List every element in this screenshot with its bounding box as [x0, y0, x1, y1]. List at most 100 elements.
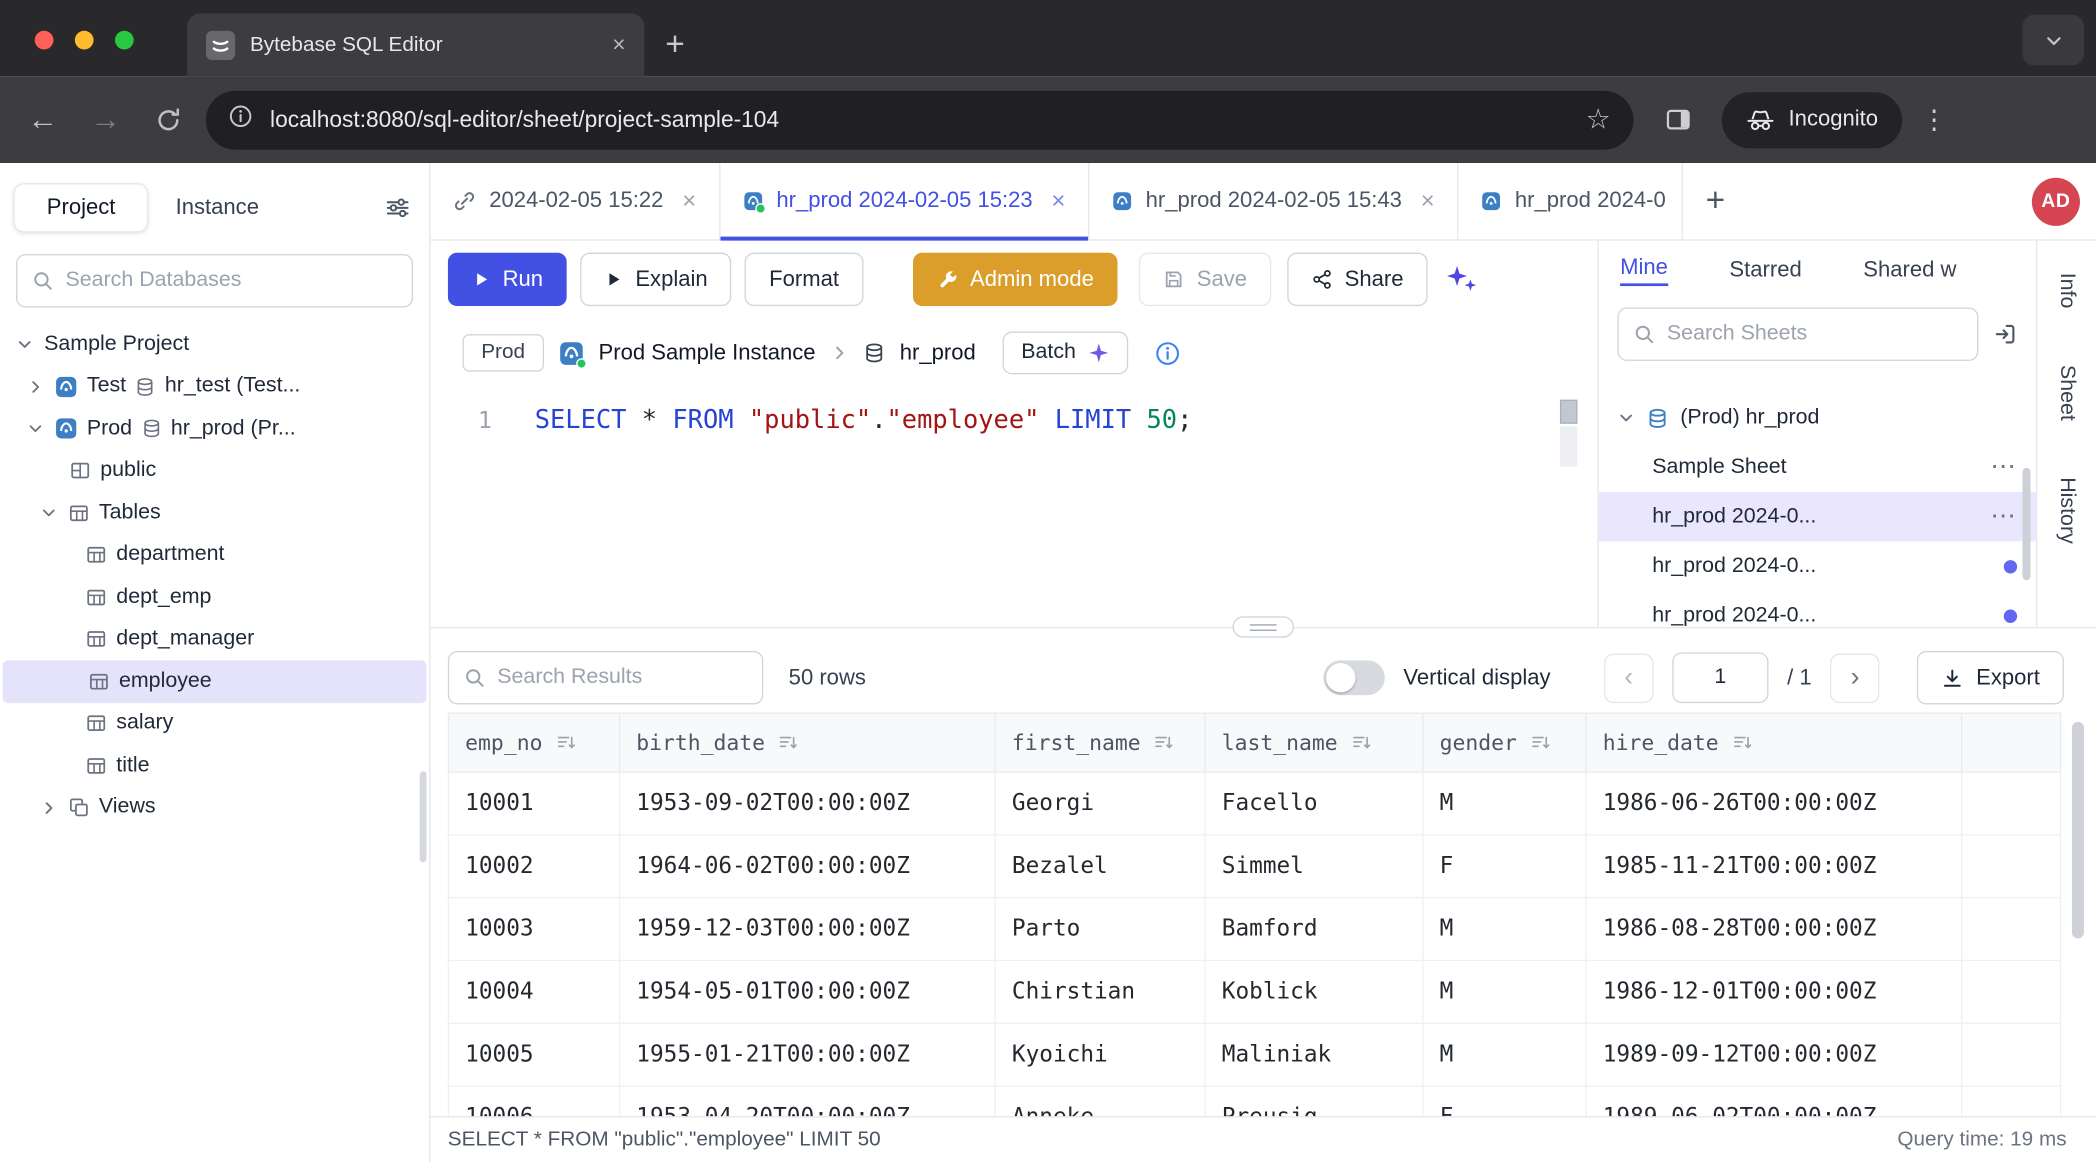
sort-icon[interactable]	[1154, 733, 1174, 753]
worksheet-tab-3[interactable]: hr_prod 2024-02-05 15:43 ×	[1090, 163, 1459, 239]
tree-item-public-schema[interactable]: public	[0, 450, 429, 492]
sheets-tab-mine[interactable]: Mine	[1620, 255, 1668, 286]
browser-menu-icon[interactable]: ⋮	[1914, 103, 1954, 136]
site-info-icon[interactable]	[229, 104, 253, 135]
editor-column: Run Explain Format Admin mode	[430, 241, 1597, 627]
results-search-input[interactable]	[497, 666, 747, 690]
sheets-search[interactable]	[1617, 307, 1978, 360]
environment-badge[interactable]: Prod	[463, 334, 544, 371]
column-header-emp-no[interactable]: emp_no	[448, 713, 619, 772]
tree-item-salary[interactable]: salary	[0, 702, 429, 744]
tree-item-employee[interactable]: employee	[3, 660, 427, 702]
tree-item-test-instance[interactable]: Test hr_test (Test...	[0, 366, 429, 408]
column-header-birth-date[interactable]: birth_date	[620, 713, 996, 772]
browser-tab[interactable]: Bytebase SQL Editor ×	[187, 13, 644, 76]
tree-label: public	[100, 459, 156, 483]
address-bar[interactable]: localhost:8080/sql-editor/sheet/project-…	[206, 90, 1634, 149]
worksheet-tab-1[interactable]: 2024-02-05 15:22 ×	[430, 163, 720, 239]
side-panel-icon[interactable]	[1652, 94, 1703, 145]
sheets-tab-shared[interactable]: Shared w	[1863, 257, 1956, 282]
tab-info[interactable]: Info	[2055, 273, 2079, 309]
tree-item-department[interactable]: department	[0, 534, 429, 576]
database-search[interactable]	[16, 254, 413, 307]
column-header-gender[interactable]: gender	[1423, 713, 1586, 772]
save-button[interactable]: Save	[1139, 253, 1271, 306]
table-icon	[86, 544, 107, 565]
database-selector[interactable]: hr_prod	[900, 340, 976, 365]
prev-page-button[interactable]: ‹	[1604, 653, 1653, 702]
sql-editor[interactable]: 1 SELECT * FROM "public"."employee" LIMI…	[430, 388, 1597, 627]
forward-icon[interactable]: →	[80, 94, 131, 145]
unsaved-dot	[2004, 559, 2017, 572]
batch-button[interactable]: Batch	[1003, 332, 1129, 375]
sheet-item-selected[interactable]: hr_prod 2024-0... ⋯	[1599, 492, 2036, 541]
user-avatar[interactable]: AD	[2032, 177, 2080, 225]
admin-mode-button[interactable]: Admin mode	[913, 253, 1118, 306]
explain-button[interactable]: Explain	[581, 253, 732, 306]
tree-item-views[interactable]: Views	[0, 787, 429, 829]
filter-settings-icon[interactable]	[385, 195, 410, 220]
sheets-search-input[interactable]	[1667, 322, 1962, 346]
tab-project[interactable]: Project	[13, 183, 148, 232]
ai-sparkles-icon[interactable]	[1444, 263, 1479, 295]
results-search[interactable]	[448, 651, 763, 704]
sheet-menu-icon[interactable]: ⋯	[1990, 452, 2017, 483]
link-icon	[453, 190, 476, 213]
sidebar-scrollbar[interactable]	[420, 771, 427, 862]
database-search-input[interactable]	[66, 269, 398, 293]
sort-icon[interactable]	[1732, 733, 1752, 753]
new-tab-button[interactable]: +	[644, 13, 705, 76]
sort-icon[interactable]	[1351, 733, 1371, 753]
tab-instance[interactable]: Instance	[176, 195, 259, 220]
sheet-item-4[interactable]: hr_prod 2024-0...	[1599, 591, 2036, 627]
close-window-button[interactable]	[35, 31, 54, 50]
close-worksheet-icon[interactable]: ×	[1051, 187, 1065, 215]
sheets-tab-starred[interactable]: Starred	[1729, 257, 1801, 282]
next-page-button[interactable]: ›	[1830, 653, 1879, 702]
back-icon[interactable]: ←	[17, 94, 68, 145]
tab-sheet[interactable]: Sheet	[2055, 365, 2079, 421]
run-button[interactable]: Run	[448, 253, 567, 306]
splitter-drag-handle[interactable]	[1232, 616, 1293, 637]
tree-item-prod-instance[interactable]: Prod hr_prod (Pr...	[0, 408, 429, 450]
sheet-group[interactable]: (Prod) hr_prod	[1599, 393, 2036, 442]
sort-icon[interactable]	[556, 733, 576, 753]
new-worksheet-button[interactable]: +	[1683, 163, 1747, 239]
sheet-item-sample[interactable]: Sample Sheet ⋯	[1599, 442, 2036, 491]
results-scrollbar[interactable]	[2072, 722, 2084, 939]
info-icon[interactable]	[1155, 340, 1180, 365]
sparkle-icon	[1088, 342, 1109, 363]
tree-item-sample-project[interactable]: Sample Project	[0, 323, 429, 365]
editor-scrollbar[interactable]	[1560, 400, 1577, 424]
sheet-menu-icon[interactable]: ⋯	[1990, 501, 2017, 532]
close-worksheet-icon[interactable]: ×	[682, 187, 696, 215]
worksheet-tab-4[interactable]: hr_prod 2024-0	[1459, 163, 1684, 239]
close-tab-icon[interactable]: ×	[612, 31, 625, 58]
close-worksheet-icon[interactable]: ×	[1421, 187, 1435, 215]
minimize-window-button[interactable]	[75, 31, 94, 50]
export-button[interactable]: Export	[1917, 651, 2064, 704]
sort-icon[interactable]	[1530, 733, 1550, 753]
sort-icon[interactable]	[778, 733, 798, 753]
collapse-panel-icon[interactable]	[1993, 322, 2017, 346]
column-header-hire-date[interactable]: hire_date	[1586, 713, 1962, 772]
page-number-input[interactable]	[1672, 652, 1768, 703]
sheets-scrollbar[interactable]	[2022, 468, 2030, 580]
tree-item-tables[interactable]: Tables	[0, 492, 429, 534]
reload-icon[interactable]	[143, 94, 194, 145]
share-button[interactable]: Share	[1287, 253, 1427, 306]
format-button[interactable]: Format	[745, 253, 863, 306]
worksheet-tab-2-active[interactable]: hr_prod 2024-02-05 15:23 ×	[720, 163, 1089, 239]
vertical-display-toggle[interactable]	[1323, 660, 1384, 695]
tree-item-dept-emp[interactable]: dept_emp	[0, 576, 429, 618]
zoom-window-button[interactable]	[115, 31, 134, 50]
column-header-last-name[interactable]: last_name	[1205, 713, 1423, 772]
tree-item-title[interactable]: title	[0, 745, 429, 787]
tab-search-chevron-icon[interactable]	[2022, 15, 2083, 66]
sheet-item-3[interactable]: hr_prod 2024-0...	[1599, 541, 2036, 590]
bookmark-star-icon[interactable]: ☆	[1586, 103, 1611, 136]
tab-history[interactable]: History	[2055, 477, 2079, 544]
column-header-first-name[interactable]: first_name	[995, 713, 1205, 772]
tree-item-dept-manager[interactable]: dept_manager	[0, 618, 429, 660]
instance-selector[interactable]: Prod Sample Instance	[599, 340, 816, 365]
